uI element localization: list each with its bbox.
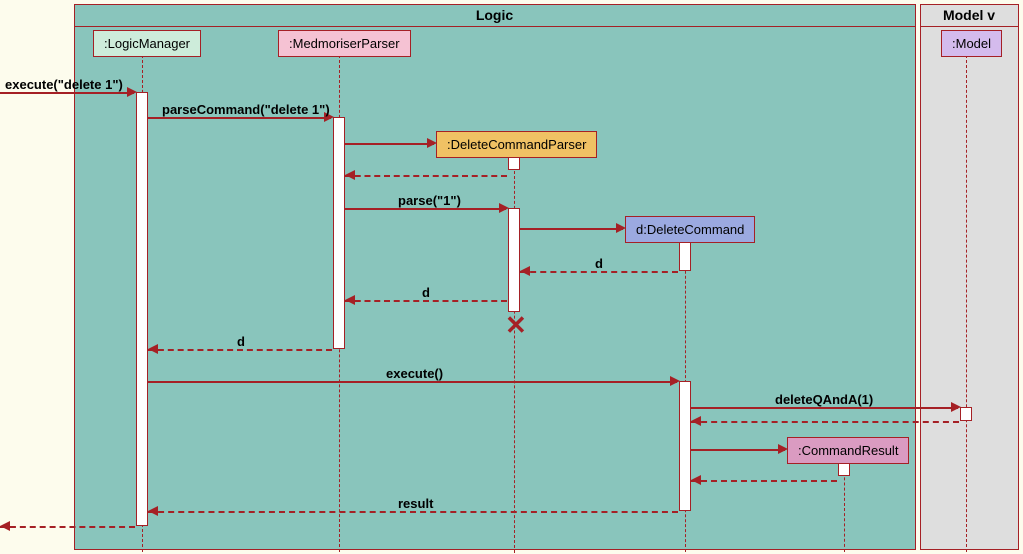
msg-d1: d bbox=[595, 256, 603, 271]
msg-execute: execute() bbox=[386, 366, 443, 381]
msg-result: result bbox=[398, 496, 433, 511]
arrowhead-return-deleteqanda bbox=[691, 416, 701, 426]
lifeline-model-label: :Model bbox=[952, 36, 991, 51]
arrow-return-d2 bbox=[345, 300, 507, 302]
arrow-return-deleteqanda bbox=[691, 421, 959, 423]
msg-d2: d bbox=[422, 285, 430, 300]
msg-deleteqanda: deleteQAndA(1) bbox=[775, 392, 873, 407]
activation-logicmanager bbox=[136, 92, 148, 526]
arrowhead-create-cr bbox=[778, 444, 788, 454]
arrowhead-return-cr bbox=[691, 475, 701, 485]
arrowhead-return-d1 bbox=[520, 266, 530, 276]
lifeline-line-model bbox=[966, 55, 967, 552]
arrow-execute bbox=[148, 381, 677, 383]
lifeline-commandresult: :CommandResult bbox=[787, 437, 909, 464]
arrowhead-result bbox=[148, 506, 158, 516]
arrow-parsecommand bbox=[148, 117, 331, 119]
msg-parsecommand: parseCommand("delete 1") bbox=[162, 102, 330, 117]
lifeline-logicmanager: :LogicManager bbox=[93, 30, 201, 57]
activation-deletecommandparser-2 bbox=[508, 208, 520, 312]
arrow-return-create-dcp bbox=[345, 175, 507, 177]
lifeline-logicmanager-label: :LogicManager bbox=[104, 36, 190, 51]
arrowhead-execute bbox=[670, 376, 680, 386]
arrow-parse bbox=[345, 208, 506, 210]
arrowhead-execute-delete bbox=[127, 87, 137, 97]
msg-d3: d bbox=[237, 334, 245, 349]
arrowhead-deleteqanda bbox=[951, 402, 961, 412]
arrow-deleteqanda bbox=[691, 407, 958, 409]
frame-model-text: Model v bbox=[943, 7, 995, 23]
arrow-return-cr bbox=[691, 480, 837, 482]
arrow-return-d3 bbox=[148, 349, 332, 351]
lifeline-deletecommandparser-label: :DeleteCommandParser bbox=[447, 137, 586, 152]
activation-deletecommand-1 bbox=[679, 241, 691, 271]
msg-execute-delete: execute("delete 1") bbox=[5, 77, 123, 92]
activation-deletecommandparser-1 bbox=[508, 156, 520, 170]
arrow-create-dcp bbox=[345, 143, 434, 145]
lifeline-model: :Model bbox=[941, 30, 1002, 57]
lifeline-deletecommand: d:DeleteCommand bbox=[625, 216, 755, 243]
arrowhead-return-d2 bbox=[345, 295, 355, 305]
frame-logic-label: Logic bbox=[74, 4, 916, 27]
lifeline-deletecommandparser: :DeleteCommandParser bbox=[436, 131, 597, 158]
arrowhead-return-d3 bbox=[148, 344, 158, 354]
arrowhead-final-return bbox=[0, 521, 10, 531]
arrowhead-return-create-dcp bbox=[345, 170, 355, 180]
arrow-create-cr bbox=[691, 449, 785, 451]
frame-model: Model v bbox=[920, 4, 1019, 550]
activation-commandresult bbox=[838, 462, 850, 476]
lifeline-medmoriserparser-label: :MedmoriserParser bbox=[289, 36, 400, 51]
activation-model bbox=[960, 407, 972, 421]
frame-logic-text: Logic bbox=[476, 7, 513, 23]
arrowhead-create-dcp bbox=[427, 138, 437, 148]
arrow-return-d1 bbox=[520, 271, 678, 273]
arrow-execute-delete bbox=[0, 92, 134, 94]
arrow-final-return bbox=[0, 526, 135, 528]
activation-deletecommand-2 bbox=[679, 381, 691, 511]
arrowhead-parse bbox=[499, 203, 509, 213]
lifeline-deletecommand-label: d:DeleteCommand bbox=[636, 222, 744, 237]
frame-logic: Logic bbox=[74, 4, 916, 550]
activation-medmoriserparser bbox=[333, 117, 345, 349]
lifeline-medmoriserparser: :MedmoriserParser bbox=[278, 30, 411, 57]
lifeline-commandresult-label: :CommandResult bbox=[798, 443, 898, 458]
arrow-create-dc bbox=[520, 228, 623, 230]
destroy-dcp: ✕ bbox=[505, 310, 527, 341]
arrow-result bbox=[148, 511, 678, 513]
msg-parse: parse("1") bbox=[398, 193, 461, 208]
arrowhead-create-dc bbox=[616, 223, 626, 233]
frame-model-label: Model v bbox=[920, 4, 1019, 27]
